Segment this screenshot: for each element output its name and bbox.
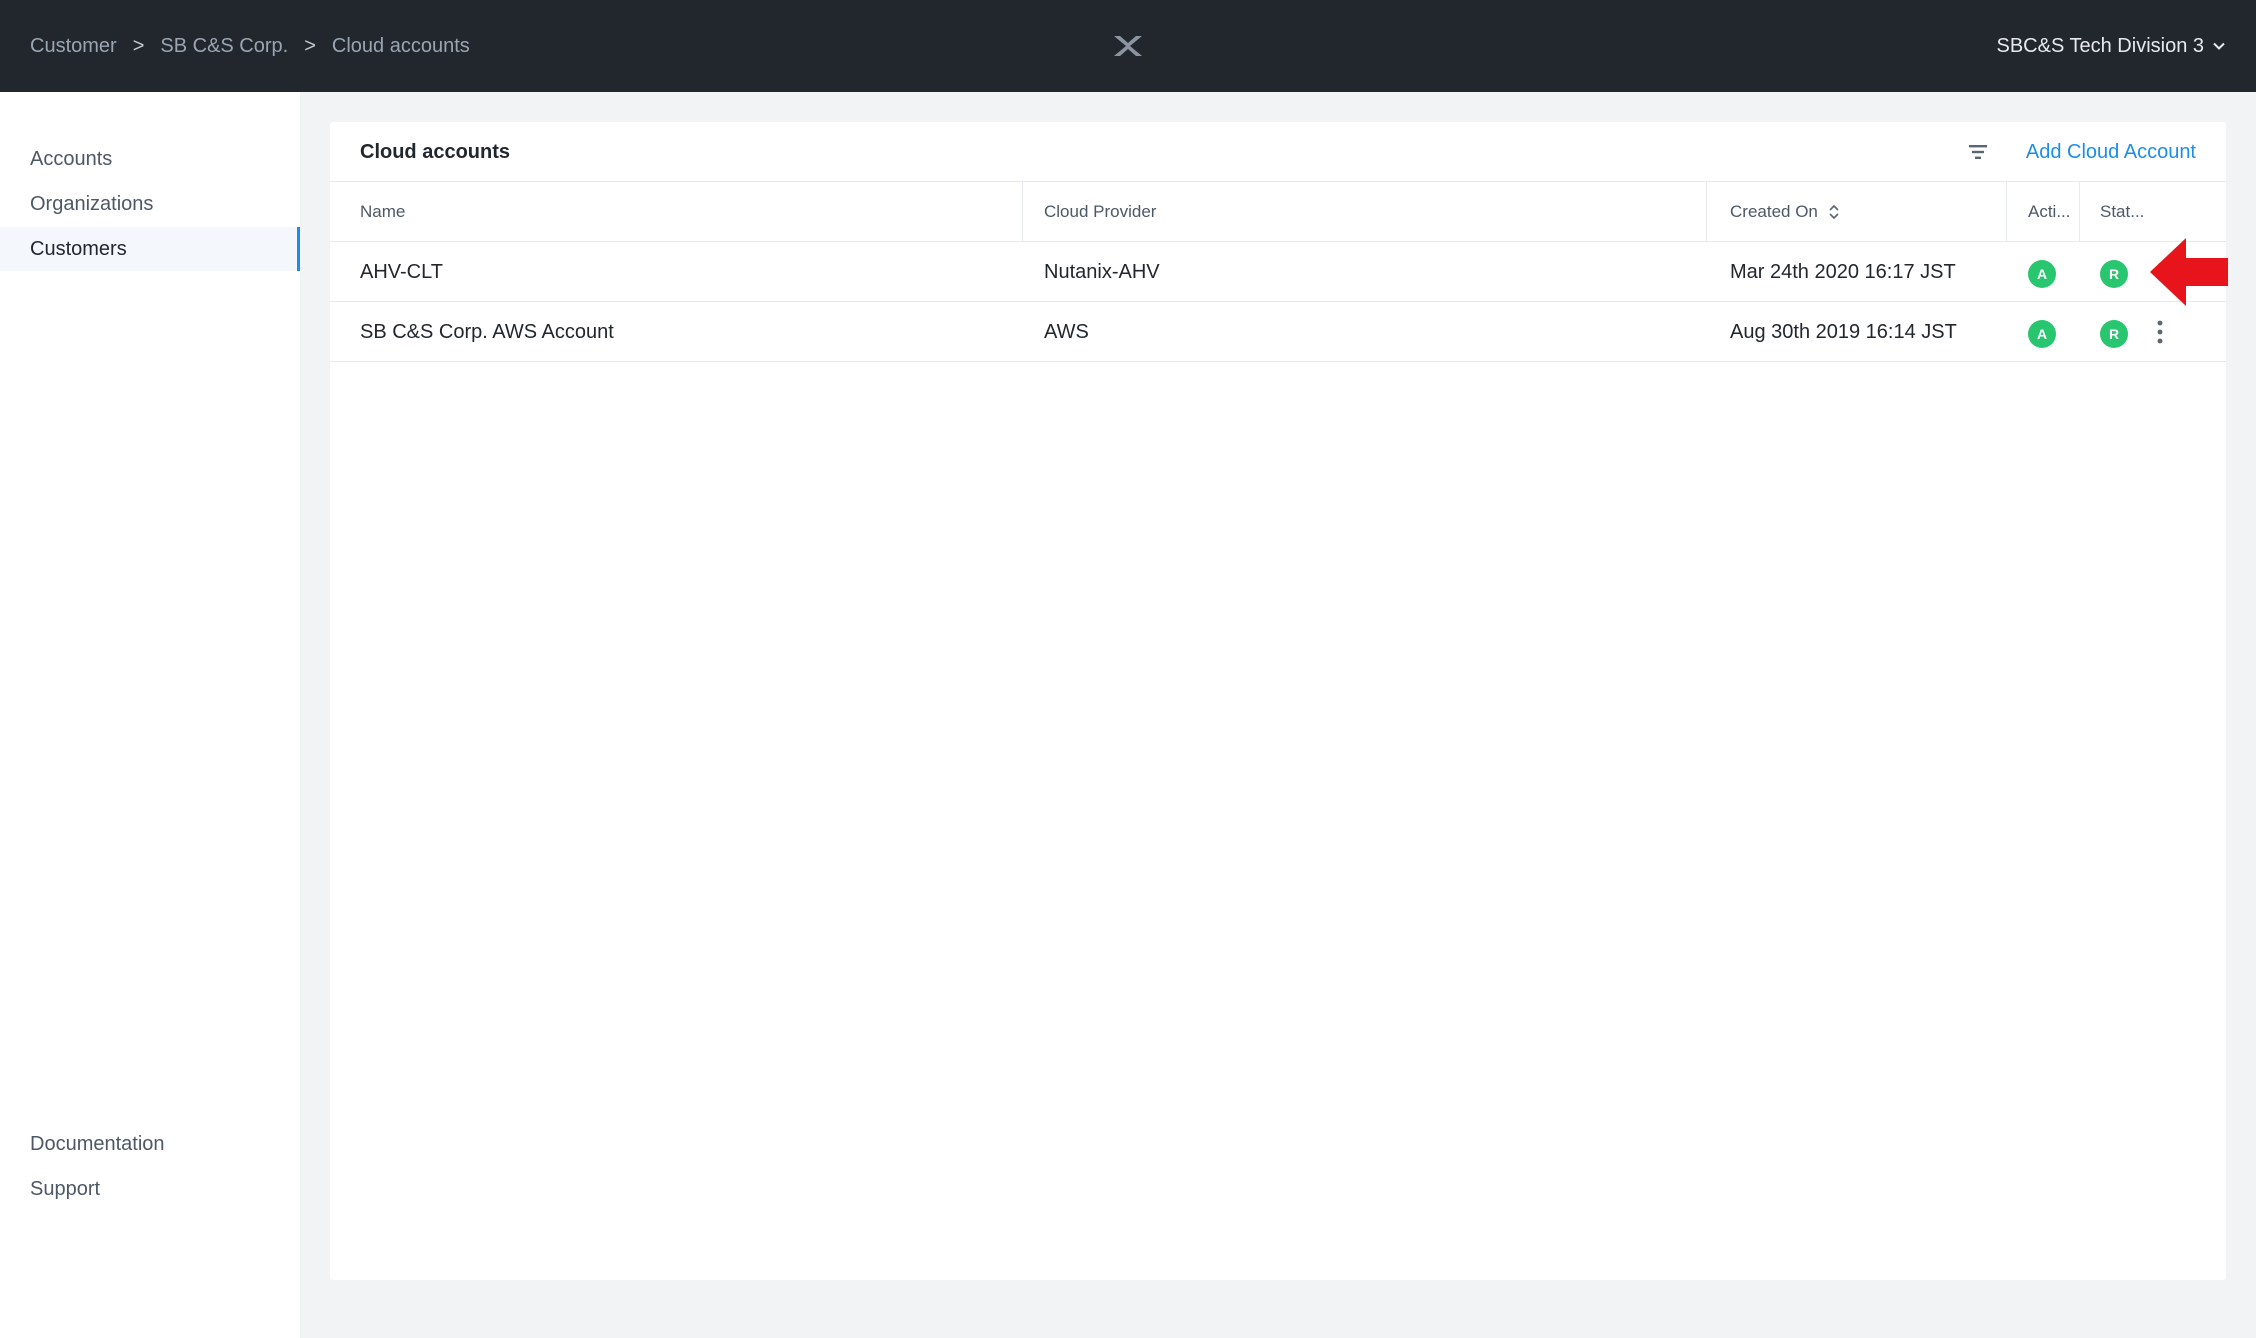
annotation-arrow-icon <box>2150 238 2228 306</box>
breadcrumb: Customer > SB C&S Corp. > Cloud accounts <box>30 0 470 92</box>
cloud-accounts-panel: Cloud accounts Add Cloud Account Name Cl… <box>330 122 2226 1280</box>
cell-name: AHV-CLT <box>360 260 443 283</box>
breadcrumb-separator: > <box>132 34 145 57</box>
more-options-icon[interactable] <box>2154 318 2166 346</box>
breadcrumb-customer[interactable]: Customer <box>30 35 117 58</box>
column-header-status[interactable]: Stat... <box>2100 182 2144 242</box>
top-bar: Customer > SB C&S Corp. > Cloud accounts… <box>0 0 2256 92</box>
add-cloud-account-button[interactable]: Add Cloud Account <box>2026 122 2196 182</box>
active-status-badge: A <box>2028 260 2056 288</box>
panel-header: Cloud accounts Add Cloud Account <box>330 122 2226 182</box>
table-row[interactable]: SB C&S Corp. AWS Account AWS Aug 30th 20… <box>330 302 2226 362</box>
filter-icon[interactable] <box>1968 142 1988 162</box>
breadcrumb-separator: > <box>304 34 316 57</box>
column-header-label: Created On <box>1730 202 1818 221</box>
sidebar-item-label: Support <box>30 1177 101 1200</box>
column-header-cloud-provider[interactable]: Cloud Provider <box>1044 182 1156 242</box>
cell-created-on: Mar 24th 2020 16:17 JST <box>1730 260 1956 283</box>
sidebar-item-label: Documentation <box>30 1132 165 1155</box>
column-header-name[interactable]: Name <box>360 182 405 242</box>
sidebar-item-accounts[interactable]: Accounts <box>0 137 300 181</box>
column-resize-handle[interactable] <box>1706 182 1707 242</box>
column-header-created-on[interactable]: Created On <box>1730 182 1840 242</box>
cell-cloud-provider: AWS <box>1044 320 1089 343</box>
nutanix-x-logo-icon[interactable] <box>1112 34 1144 58</box>
sidebar-item-customers[interactable]: Customers <box>0 227 300 271</box>
page-title: Cloud accounts <box>360 140 511 163</box>
cell-cloud-provider: Nutanix-AHV <box>1044 260 1160 283</box>
table-row[interactable]: AHV-CLT Nutanix-AHV Mar 24th 2020 16:17 … <box>330 242 2226 302</box>
sidebar: Accounts Organizations Customers Documen… <box>0 92 300 1338</box>
chevron-down-icon <box>2213 42 2225 50</box>
sidebar-item-support[interactable]: Support <box>0 1167 300 1211</box>
breadcrumb-cloud-accounts: Cloud accounts <box>331 34 470 57</box>
cell-name: SB C&S Corp. AWS Account <box>360 320 614 343</box>
column-resize-handle[interactable] <box>2079 182 2080 242</box>
sidebar-item-label: Organizations <box>30 192 154 215</box>
sidebar-item-documentation[interactable]: Documentation <box>0 1122 300 1166</box>
active-status-badge: A <box>2028 320 2056 348</box>
sidebar-item-label: Accounts <box>30 147 113 170</box>
account-name: SBC&S Tech Division 3 <box>1996 34 2205 57</box>
status-badge: R <box>2100 320 2128 348</box>
column-header-active[interactable]: Acti... <box>2028 182 2071 242</box>
sort-icon[interactable] <box>1828 202 1840 222</box>
column-resize-handle[interactable] <box>2006 182 2007 242</box>
table-header: Name Cloud Provider Created On Acti... S… <box>330 182 2226 242</box>
cell-created-on: Aug 30th 2019 16:14 JST <box>1730 320 1957 343</box>
breadcrumb-sb-cs-corp[interactable]: SB C&S Corp. <box>160 35 288 58</box>
sidebar-item-label: Customers <box>30 237 127 260</box>
sidebar-item-organizations[interactable]: Organizations <box>0 182 300 226</box>
account-menu[interactable]: SBC&S Tech Division 3 <box>1997 0 2227 92</box>
status-badge: R <box>2100 260 2128 288</box>
column-resize-handle[interactable] <box>1022 182 1023 242</box>
